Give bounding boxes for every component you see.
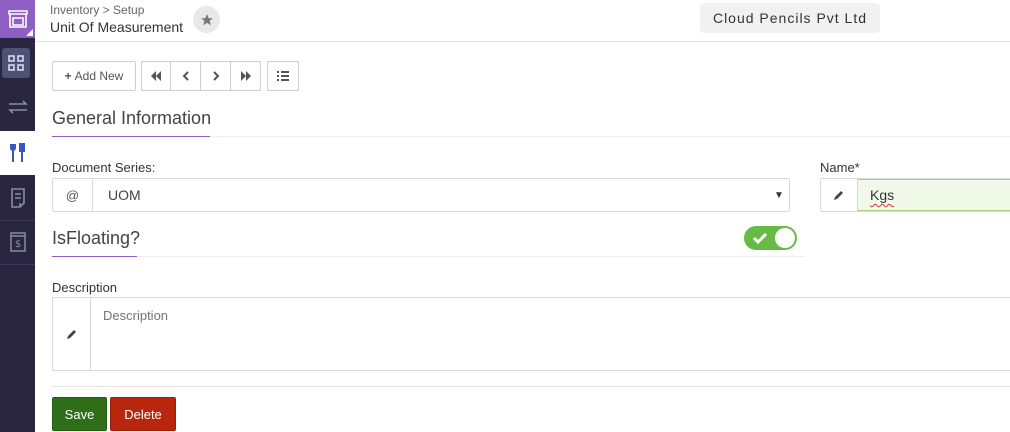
list-icon: [277, 71, 289, 81]
delete-button[interactable]: Delete: [110, 397, 176, 431]
is-floating-toggle[interactable]: [744, 226, 797, 250]
check-icon: [752, 232, 768, 245]
page-header: Inventory > Setup Unit Of Measurement Cl…: [35, 0, 1010, 42]
double-chevron-left-icon: [151, 71, 161, 81]
first-record-button[interactable]: [141, 61, 171, 91]
save-button[interactable]: Save: [52, 397, 107, 431]
transfer-arrows-icon[interactable]: [0, 87, 35, 127]
description-input[interactable]: [91, 298, 1010, 370]
add-new-label: Add New: [74, 69, 124, 83]
document-icon[interactable]: [0, 178, 35, 218]
name-label: Name*: [820, 160, 860, 175]
is-floating-divider: [137, 256, 805, 257]
sidebar: $: [0, 0, 35, 432]
is-floating-label: IsFloating?: [52, 228, 141, 248]
double-chevron-right-icon: [240, 71, 251, 81]
document-series-value: UOM: [108, 187, 141, 203]
form-footer-divider: [52, 386, 1010, 387]
chevron-left-icon: [182, 71, 189, 81]
section-title: General Information: [52, 108, 212, 128]
name-input[interactable]: Kgs: [858, 179, 1010, 211]
add-new-button[interactable]: + Add New: [52, 61, 136, 91]
description-label: Description: [52, 280, 118, 295]
pencil-icon: [53, 298, 91, 370]
section-divider: [210, 136, 1010, 137]
list-view-button[interactable]: [267, 61, 299, 91]
is-floating-underline: [52, 256, 137, 257]
toggle-knob: [775, 228, 795, 248]
page-title: Unit Of Measurement: [50, 19, 184, 35]
document-series-select[interactable]: @ UOM ▼: [52, 178, 790, 212]
previous-record-button[interactable]: [171, 61, 201, 91]
next-record-button[interactable]: [201, 61, 231, 91]
store-icon[interactable]: [0, 0, 35, 38]
favorite-star-icon[interactable]: [193, 6, 220, 33]
description-field: [52, 297, 1010, 371]
plus-icon: +: [64, 69, 72, 83]
caret-down-icon: ▼: [774, 189, 784, 201]
breadcrumb: Inventory > Setup: [50, 3, 145, 17]
last-record-button[interactable]: [231, 61, 261, 91]
section-underline: [52, 136, 210, 137]
svg-text:$: $: [14, 239, 20, 250]
invoice-dollar-icon[interactable]: $: [0, 222, 35, 262]
tools-icon[interactable]: [0, 131, 35, 175]
chevron-right-icon: [212, 71, 219, 81]
record-toolbar: + Add New: [52, 61, 299, 91]
company-name: Cloud Pencils Pvt Ltd: [700, 3, 880, 33]
pencil-icon: [821, 179, 858, 211]
document-series-label: Document Series:: [52, 160, 156, 175]
name-field: Kgs: [820, 178, 1010, 212]
at-sign-icon: @: [53, 179, 93, 211]
dashboard-grid-icon[interactable]: [2, 48, 30, 78]
